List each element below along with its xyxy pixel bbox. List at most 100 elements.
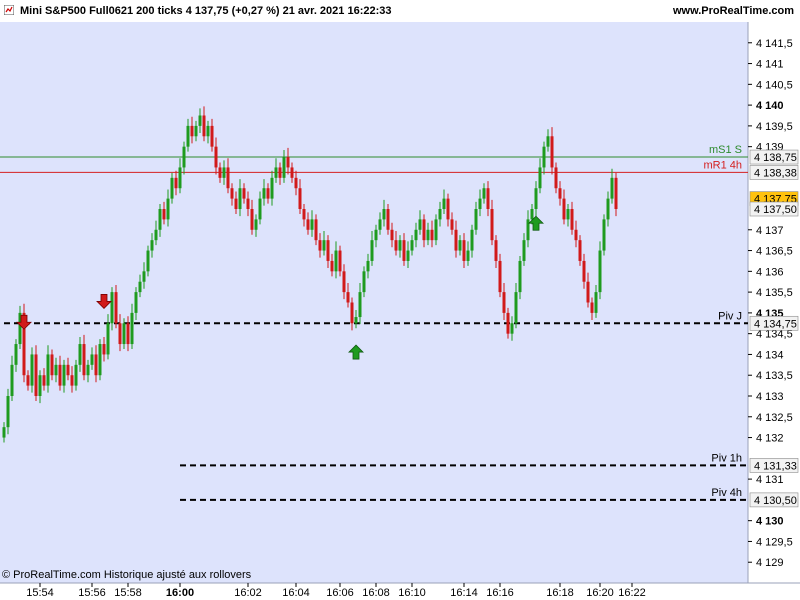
candle-body (218, 167, 222, 178)
x-tick-label: 16:18 (546, 587, 574, 599)
x-tick-label: 15:54 (26, 587, 54, 599)
candle-body (106, 323, 110, 355)
candle-body (398, 240, 402, 251)
y-tick-label: 4 134 (756, 349, 784, 361)
y-tick-label: 4 131 (756, 474, 784, 486)
y-tick-label: 4 132 (756, 433, 784, 445)
candle-body (530, 209, 534, 220)
candle-body (162, 209, 166, 220)
candle-body (526, 219, 530, 241)
x-tick-label: 16:02 (234, 587, 262, 599)
candle-body (66, 364, 70, 376)
candle-body (502, 292, 506, 313)
candle-body (310, 219, 314, 230)
candle-body (10, 364, 14, 396)
candle-body (190, 125, 194, 137)
candle-body (110, 292, 114, 324)
candle-body (6, 396, 10, 428)
level-name: mS1 S (709, 144, 742, 156)
candle-body (130, 312, 134, 345)
y-tick-label: 4 141 (756, 59, 784, 71)
candle-body (594, 292, 598, 313)
candle-body (478, 198, 482, 209)
candle-body (494, 240, 498, 261)
candle-body (602, 219, 606, 251)
candle-body (42, 375, 46, 386)
candle-body (458, 240, 462, 251)
level-name: Piv 4h (711, 487, 742, 499)
candle-body (550, 136, 554, 168)
candle-body (142, 271, 146, 282)
candle-body (446, 198, 450, 220)
candle-body (170, 177, 174, 199)
y-tick-label: 4 130 (756, 516, 784, 528)
candle-body (222, 167, 226, 178)
candle-body (278, 167, 282, 178)
candle-body (586, 281, 590, 303)
candle-body (514, 292, 518, 324)
candle-body (538, 167, 542, 189)
candle-body (482, 188, 486, 199)
candle-body (46, 354, 50, 386)
candle-body (70, 375, 74, 386)
candle-body (570, 209, 574, 230)
candle-body (258, 198, 262, 220)
candle-body (322, 240, 326, 251)
candle-body (374, 229, 378, 241)
candle-body (182, 146, 186, 168)
candle-body (2, 427, 6, 438)
y-tick-label: 4 129 (756, 557, 784, 569)
footer-credit: © ProRealTime.com Historique ajusté aux … (2, 569, 252, 581)
candle-body (342, 271, 346, 293)
level-name: mR1 4h (703, 159, 742, 171)
x-tick-label: 16:08 (362, 587, 390, 599)
candle-body (350, 302, 354, 324)
candle-body (394, 240, 398, 251)
candle-body (434, 219, 438, 241)
candle-body (210, 125, 214, 147)
price-badge-label: 4 131,33 (754, 460, 797, 472)
candle-body (270, 177, 274, 199)
candle-body (554, 167, 558, 189)
candle-body (146, 250, 150, 272)
y-tick-label: 4 140 (756, 100, 784, 112)
chart-menu-icon[interactable] (4, 5, 14, 15)
candle-body (26, 375, 30, 386)
candle-body (450, 219, 454, 230)
candle-body (454, 229, 458, 251)
candle-body (34, 354, 38, 396)
candle-body (54, 364, 58, 376)
candle-body (30, 354, 34, 386)
candle-body (134, 292, 138, 313)
candle-body (174, 177, 178, 189)
candle-body (558, 188, 562, 199)
candle-body (466, 250, 470, 261)
candle-body (206, 125, 210, 137)
candle-body (354, 317, 358, 324)
candle-body (362, 271, 366, 293)
candle-body (566, 209, 570, 220)
candle-body (214, 146, 218, 168)
candle-body (238, 188, 242, 209)
candle-body (326, 240, 330, 261)
candle-body (254, 219, 258, 230)
candle-body (198, 115, 202, 126)
site-link[interactable]: www.ProRealTime.com (673, 5, 794, 17)
candle-body (386, 209, 390, 230)
candle-body (414, 229, 418, 241)
candle-body (14, 344, 18, 365)
candle-body (338, 250, 342, 272)
candle-body (246, 198, 250, 209)
candle-body (610, 177, 614, 199)
y-tick-label: 4 139,5 (756, 121, 793, 133)
candle-body (82, 344, 86, 376)
candle-body (426, 229, 430, 241)
candle-body (50, 354, 54, 376)
candle-body (230, 188, 234, 199)
candle-body (346, 292, 350, 303)
candle-body (194, 125, 198, 137)
level-name: Piv J (718, 310, 742, 322)
y-tick-label: 4 137 (756, 225, 784, 237)
candle-body (522, 240, 526, 261)
candle-body (358, 292, 362, 318)
